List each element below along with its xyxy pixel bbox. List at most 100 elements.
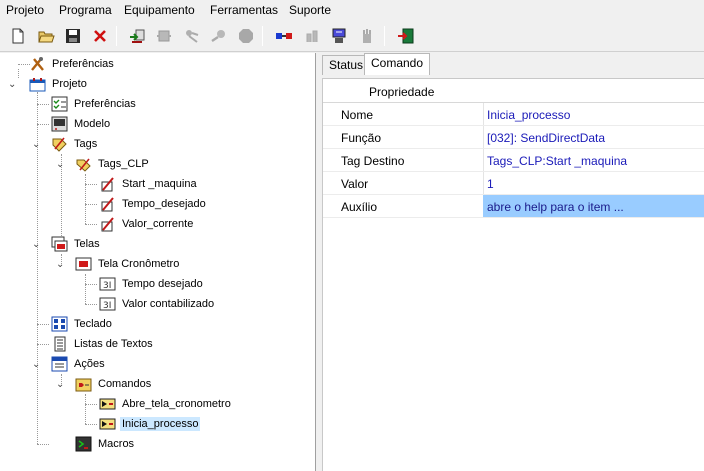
menu-equipamento[interactable]: Equipamento [124,3,195,17]
tags-icon [50,136,68,152]
disabled-tool-4[interactable] [235,25,257,47]
tag-icon [98,176,116,192]
numeric-field-icon: 3I [98,276,116,292]
tree-node-comandos[interactable]: Comandos [74,375,153,393]
property-key: Tag Destino [341,154,405,168]
property-key: Função [341,131,382,145]
screens-icon [50,236,68,252]
property-grid: Propriedade Nome Inicia_processo Função … [322,78,704,471]
menu-bar: Projeto Programa Equipamento Ferramentas… [0,0,704,20]
tab-comando[interactable]: Comando [364,53,431,75]
tree-node-tags[interactable]: Tags [50,135,99,153]
expander-comandos[interactable]: ⌄ [56,380,66,390]
tree-node-abre-tela[interactable]: Abre_tela_cronometro [98,395,233,413]
tree-node-acoes[interactable]: Ações [50,355,107,373]
tree-node-projeto[interactable]: Projeto [28,75,89,93]
expander-projeto[interactable]: ⌄ [8,80,18,90]
expander-telas[interactable]: ⌄ [32,240,42,250]
property-key: Auxílio [341,200,378,214]
delete-icon [94,30,106,42]
expander-tags-clp[interactable]: ⌄ [56,160,66,170]
device-icon [157,30,171,42]
menu-suporte[interactable]: Suporte [289,3,331,17]
checklist-icon [50,96,68,112]
grid-header: Propriedade [323,79,704,103]
tree-node-tempo-desejado[interactable]: Tempo_desejado [98,195,208,213]
toolbar [0,20,704,52]
macros-icon [74,436,92,452]
tab-status[interactable]: Status [322,55,371,75]
network-icon [306,30,318,42]
hand-icon [363,29,371,43]
save-button[interactable] [62,25,84,47]
expander-tela-cronometro[interactable]: ⌄ [56,260,66,270]
project-tree[interactable]: ⌄ ⌄ ⌄ ⌄ ⌄ ⌄ ⌄ Preferências Projeto Prefe… [0,53,316,471]
property-value[interactable]: Inicia_processo [483,103,704,125]
disabled-tool-6[interactable] [356,25,378,47]
tree-node-telas[interactable]: Telas [50,235,102,253]
tree-node-preferencias[interactable]: Preferências [50,95,138,113]
stop-icon [239,29,253,43]
open-button[interactable] [35,25,57,47]
tree-node-start-maquina[interactable]: Start _maquina [98,175,199,193]
transfer-icon [130,29,145,43]
transfer-button[interactable] [126,25,148,47]
property-value[interactable]: 1 [483,172,704,194]
property-row-tag-destino[interactable]: Tag Destino Tags_CLP:Start _maquina [323,149,704,172]
svg-text:3I: 3I [103,301,111,311]
keypad-icon [50,316,68,332]
tree-node-listas-textos[interactable]: Listas de Textos [50,335,155,353]
disabled-tool-2[interactable] [181,25,203,47]
tree-node-tags-clp[interactable]: Tags_CLP [74,155,151,173]
tree-node-preferencias-top[interactable]: Preferências [28,55,116,73]
command-icon [98,416,116,432]
property-row-valor[interactable]: Valor 1 [323,172,704,195]
tree-node-teclado[interactable]: Teclado [50,315,114,333]
tree-node-tela-cronometro[interactable]: Tela Cronômetro [74,255,181,273]
screen-icon [74,256,92,272]
exit-button[interactable] [395,25,417,47]
property-value[interactable]: [032]: SendDirectData [483,126,704,148]
tag-icon [98,196,116,212]
tab-strip: Status Comando [318,53,704,75]
command-icon [98,396,116,412]
properties-panel: Status Comando Propriedade Nome Inicia_p… [318,53,704,471]
disabled-tool-5[interactable] [301,25,323,47]
property-value[interactable]: Tags_CLP:Start _maquina [483,149,704,171]
menu-projeto[interactable]: Projeto [6,3,44,17]
exit-door-icon [398,28,414,44]
tree-node-macros[interactable]: Macros [74,435,136,453]
tag-icon [98,216,116,232]
expander-acoes[interactable]: ⌄ [32,360,42,370]
toolbar-separator [116,26,117,46]
connect-icon [186,30,199,43]
disabled-tool-1[interactable] [153,25,175,47]
actions-icon [50,356,68,372]
toolbar-separator [262,26,263,46]
tree-node-inicia-processo[interactable]: Inicia_processo [98,415,201,433]
simulate-icon [332,28,346,43]
menu-programa[interactable]: Programa [59,3,112,17]
disabled-tool-3[interactable] [208,25,230,47]
new-file-button[interactable] [7,25,29,47]
monitor-icon [211,30,225,42]
link-button[interactable] [273,25,295,47]
tree-node-valor-corrente[interactable]: Valor_corrente [98,215,195,233]
delete-button[interactable] [89,25,111,47]
expander-tags[interactable]: ⌄ [32,140,42,150]
tree-node-valor-contabilizado[interactable]: 3I Valor contabilizado [98,295,216,313]
simulate-button[interactable] [328,25,350,47]
tools-icon [28,56,46,72]
tree-node-modelo[interactable]: Modelo [50,115,112,133]
tree-node-tempo-desejado-ctrl[interactable]: 3I Tempo desejado [98,275,205,293]
property-row-funcao[interactable]: Função [032]: SendDirectData [323,126,704,149]
property-row-nome[interactable]: Nome Inicia_processo [323,103,704,126]
property-key: Nome [341,108,374,122]
link-icon [276,33,292,39]
property-value-selected[interactable]: abre o help para o item ... [483,195,704,217]
column-header-propriedade: Propriedade [369,85,435,99]
text-list-icon [50,336,68,352]
property-row-auxilio[interactable]: Auxílio abre o help para o item ... [323,195,704,218]
menu-ferramentas[interactable]: Ferramentas [210,3,278,17]
open-folder-icon [38,31,55,43]
